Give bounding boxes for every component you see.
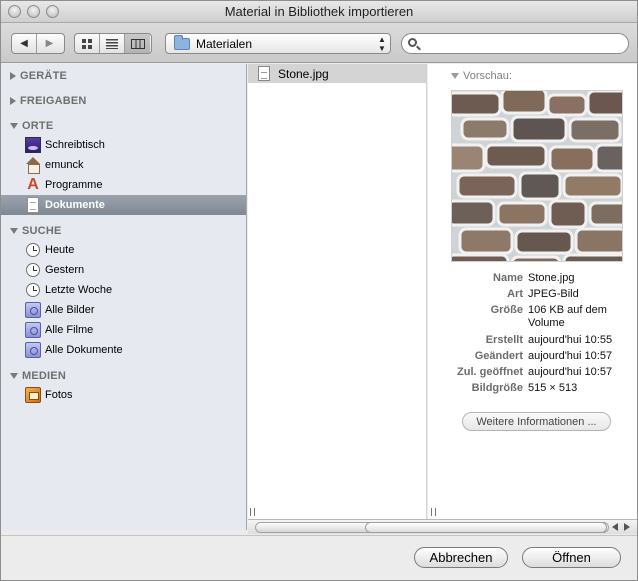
horizontal-scrollbar[interactable] [248,519,637,534]
clock-icon [26,243,40,257]
disclosure-triangle-icon[interactable] [10,97,16,105]
back-arrow-icon[interactable]: ◀ [12,34,37,53]
file-column: Stone.jpg [248,64,427,519]
cancel-button[interactable]: Abbrechen [414,547,508,568]
document-icon [27,197,39,213]
import-dialog-window: Material in Bibliothek importieren ◀ ▶ M… [0,0,638,581]
list-view-button[interactable] [100,34,125,53]
disclosure-triangle-icon[interactable] [10,373,18,379]
home-icon [25,157,41,174]
disclosure-triangle-icon[interactable] [10,123,18,129]
search-icon [408,38,417,47]
applications-icon: A [27,176,39,193]
back-forward-control: ◀ ▶ [11,33,65,54]
sidebar-item-photos[interactable]: Fotos [1,385,246,405]
location-label: Materialen [196,37,253,51]
more-info-button[interactable]: Weitere Informationen ... [462,412,611,431]
folder-icon [174,35,190,50]
sidebar-section-places[interactable]: ORTE [10,120,53,132]
smart-folder-icon [25,322,41,338]
column-view-button[interactable] [125,34,150,53]
window-title: Material in Bibliothek importieren [224,4,414,19]
stone-texture-image [452,91,622,261]
sidebar-item-last-week[interactable]: Letzte Woche [1,280,246,300]
search-field[interactable] [401,33,629,54]
title-bar: Material in Bibliothek importieren [1,1,637,23]
scroll-thumb[interactable] [365,522,607,533]
sidebar-item-all-documents[interactable]: Alle Dokumente [1,340,246,360]
scroll-right-arrow-icon[interactable] [624,523,630,531]
view-mode-control [74,33,152,54]
sidebar-item-documents[interactable]: Dokumente [1,195,246,215]
disclosure-triangle-icon[interactable] [10,228,18,234]
sidebar-section-devices[interactable]: GERÄTE [10,70,67,82]
preview-pane: Vorschau: Name Stone.jpg Art JPEG-Bild G… [428,64,637,519]
sidebar-section-media[interactable]: MEDIEN [10,370,66,382]
forward-arrow-icon[interactable]: ▶ [37,34,62,53]
column-resize-handle[interactable] [250,508,255,516]
file-row[interactable]: Stone.jpg [248,64,426,83]
sidebar-item-yesterday[interactable]: Gestern [1,260,246,280]
clock-icon [26,263,40,277]
location-popup[interactable]: Materialen ▲ ▼ [165,33,391,54]
open-button[interactable]: Öffnen [522,547,621,568]
sidebar-item-home[interactable]: emunck [1,155,246,175]
column-view-icon [130,38,145,49]
preview-header: Vorschau: [451,70,512,82]
sidebar-section-shared[interactable]: FREIGABEN [10,95,87,107]
smart-folder-icon [25,342,41,358]
popup-arrows-icon: ▲ ▼ [378,35,386,53]
icon-view-button[interactable] [75,34,100,53]
desktop-icon [25,137,41,153]
button-bar: Abbrechen Öffnen [1,535,637,580]
file-name: Stone.jpg [278,66,329,81]
stone-preview-image [451,90,623,262]
photos-icon [25,387,41,403]
smart-folder-icon [25,302,41,318]
sidebar-section-search[interactable]: SUCHE [10,225,62,237]
icon-view-icon [81,38,92,49]
disclosure-triangle-icon[interactable] [10,72,16,80]
sidebar-item-all-images[interactable]: Alle Bilder [1,300,246,320]
sidebar: GERÄTE FREIGABEN ORTE Schreibtisch emunc… [1,64,247,530]
disclosure-triangle-icon[interactable] [451,73,459,79]
sidebar-item-all-movies[interactable]: Alle Filme [1,320,246,340]
column-resize-handle[interactable] [431,508,436,516]
sidebar-item-applications[interactable]: A Programme [1,175,246,195]
clock-icon [26,283,40,297]
sidebar-item-desktop[interactable]: Schreibtisch [1,135,246,155]
search-input[interactable] [422,36,622,51]
sidebar-item-today[interactable]: Heute [1,240,246,260]
list-view-icon [106,38,118,49]
toolbar: ◀ ▶ Materialen ▲ ▼ [1,23,637,63]
scroll-left-arrow-icon[interactable] [612,523,618,531]
file-icon [258,66,270,81]
